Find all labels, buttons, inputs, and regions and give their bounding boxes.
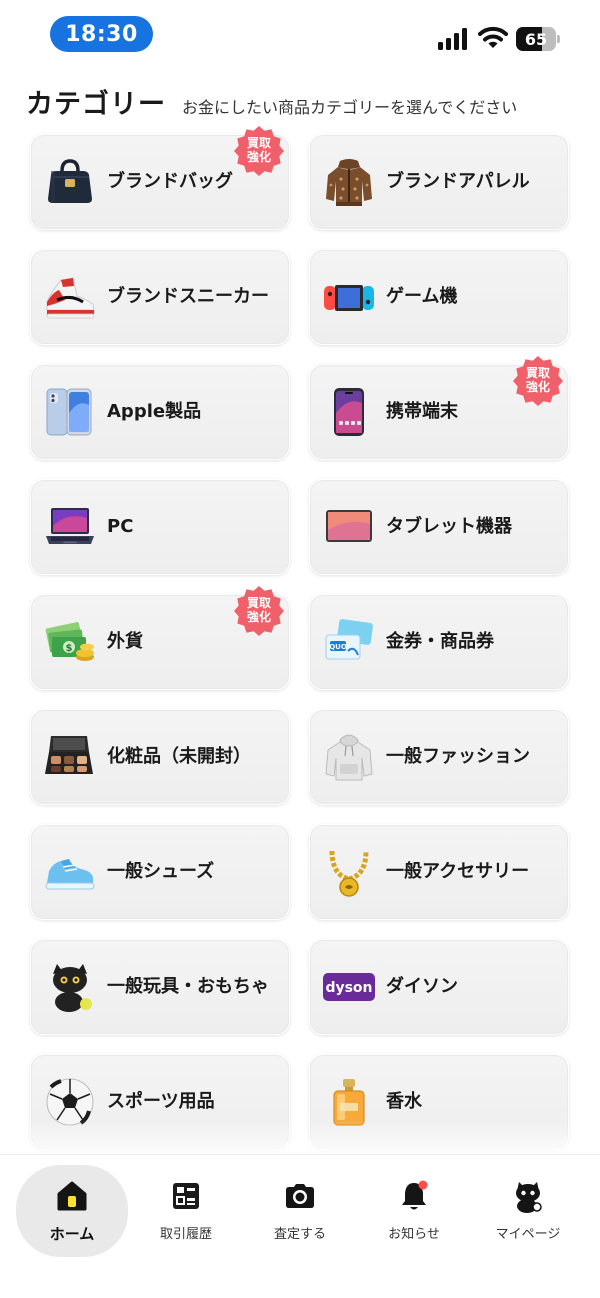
cat-avatar-icon — [511, 1179, 545, 1213]
category-label: PC — [107, 516, 134, 537]
page-title: カテゴリー — [26, 89, 166, 120]
badge-text-line-2: 強化 — [525, 380, 550, 394]
sneaker-icon — [43, 270, 97, 324]
category-label: 一般ファッション — [386, 746, 530, 767]
category-label: スポーツ用品 — [107, 1091, 215, 1112]
category-label: ブランドアパレル — [386, 171, 530, 192]
tablet-icon — [322, 500, 376, 554]
category-card[interactable]: ブランドバッグ 買取 強化 — [30, 126, 290, 230]
nav-item-home[interactable]: ホーム — [16, 1165, 128, 1257]
category-card[interactable]: ゲーム機 — [309, 249, 569, 345]
category-label: 香水 — [386, 1091, 422, 1112]
handbag-icon — [43, 155, 97, 209]
category-card[interactable]: 一般ファッション — [309, 709, 569, 805]
badge-text-line-2: 強化 — [246, 610, 271, 624]
category-card[interactable]: QUO 金券・商品券 — [309, 594, 569, 690]
nav-item-mypage[interactable]: マイページ — [472, 1165, 584, 1257]
category-card[interactable]: 一般シューズ — [30, 824, 290, 920]
category-label: 一般シューズ — [107, 861, 215, 882]
gift-card-icon: QUO — [322, 615, 376, 669]
wifi-icon — [478, 26, 508, 48]
badge-text-line-1: 買取 — [246, 596, 271, 610]
category-grid: ブランドバッグ 買取 強化 ブランドアパレル ブランドスニーカー ゲーム機 Apple製品携… — [30, 126, 570, 1150]
category-card[interactable]: Apple製品 — [30, 364, 290, 460]
smartphone-icon — [322, 385, 376, 439]
battery-level: 65 — [524, 29, 548, 49]
badge-text: 買取 強化 — [233, 136, 285, 164]
dyson-wordmark: dyson — [325, 980, 372, 996]
category-label: 一般玩具・おもちゃ — [107, 976, 269, 997]
category-label: ゲーム機 — [386, 286, 458, 307]
jacket-icon — [322, 155, 376, 209]
nav-label: お知らせ — [388, 1227, 440, 1242]
category-label: タブレット機器 — [386, 516, 512, 537]
category-card[interactable]: タブレット機器 — [309, 479, 569, 575]
category-card[interactable]: 一般アクセサリー — [309, 824, 569, 920]
cat-toy-icon — [43, 960, 97, 1014]
nav-item-history[interactable]: 取引履歴 — [130, 1165, 242, 1257]
home-icon — [55, 1179, 89, 1213]
dyson-logo-icon: dyson — [322, 960, 376, 1014]
camera-icon — [283, 1179, 317, 1213]
nav-label: マイページ — [495, 1227, 561, 1242]
shoe-icon — [43, 845, 97, 899]
category-card[interactable]: ブランドスニーカー — [30, 249, 290, 345]
necklace-icon — [322, 845, 376, 899]
nav-label: 査定する — [273, 1227, 326, 1242]
badge-text: 買取 強化 — [233, 596, 285, 624]
category-label: 携帯端末 — [386, 401, 458, 422]
bottom-navigation: ホーム 取引履歴 査定する お知らせ マイページ — [0, 1154, 600, 1298]
laptop-icon — [43, 500, 97, 554]
game-console-icon — [322, 270, 376, 324]
category-label: 化粧品（未開封） — [107, 746, 251, 767]
cellular-signal-icon — [438, 28, 467, 50]
hoodie-icon — [322, 730, 376, 784]
svg-text:QUO: QUO — [329, 643, 347, 651]
battery-indicator: 65 — [516, 27, 560, 51]
category-card[interactable]: 携帯端末 買取 強化 — [309, 356, 569, 460]
category-card[interactable]: ブランドアパレル — [309, 134, 569, 230]
iphone-icon — [43, 385, 97, 439]
cash-icon: $ — [43, 615, 97, 669]
category-label: 外貨 — [107, 631, 143, 652]
nav-item-assess[interactable]: 査定する — [244, 1165, 356, 1257]
purchase-boost-badge: 買取 強化 — [233, 125, 285, 177]
purchase-boost-badge: 買取 強化 — [512, 355, 564, 407]
badge-text-line-2: 強化 — [246, 150, 271, 164]
category-label: ブランドスニーカー — [107, 286, 269, 307]
badge-text: 買取 強化 — [512, 366, 564, 394]
purchase-boost-badge: 買取 強化 — [233, 585, 285, 637]
category-label: ダイソン — [386, 976, 458, 997]
page-header: カテゴリー お金にしたい商品カテゴリーを選んでください — [26, 82, 586, 122]
category-card[interactable]: PC — [30, 479, 290, 575]
category-label: Apple製品 — [107, 401, 202, 422]
makeup-palette-icon — [43, 730, 97, 784]
badge-text-line-1: 買取 — [525, 366, 550, 380]
page-subtitle: お金にしたい商品カテゴリーを選んでください — [182, 98, 518, 117]
category-label: 金券・商品券 — [386, 631, 494, 652]
status-bar: 18:30 65 — [0, 0, 600, 70]
category-card[interactable]: 一般玩具・おもちゃ — [30, 939, 290, 1035]
category-card[interactable]: dyson ダイソン — [309, 939, 569, 1035]
nav-item-notifications[interactable]: お知らせ — [358, 1165, 470, 1257]
category-card[interactable]: 化粧品（未開封） — [30, 709, 290, 805]
category-card[interactable]: $ 外貨 買取 強化 — [30, 586, 290, 690]
badge-text-line-1: 買取 — [246, 136, 271, 150]
svg-text:$: $ — [66, 643, 73, 654]
nav-label: 取引履歴 — [159, 1227, 212, 1242]
scroll-fade — [0, 1120, 600, 1156]
status-time: 18:30 — [50, 16, 153, 52]
bell-icon — [397, 1179, 431, 1213]
category-label: 一般アクセサリー — [386, 861, 530, 882]
category-label: ブランドバッグ — [107, 171, 233, 192]
history-icon — [169, 1179, 203, 1213]
nav-label: ホーム — [49, 1225, 95, 1243]
